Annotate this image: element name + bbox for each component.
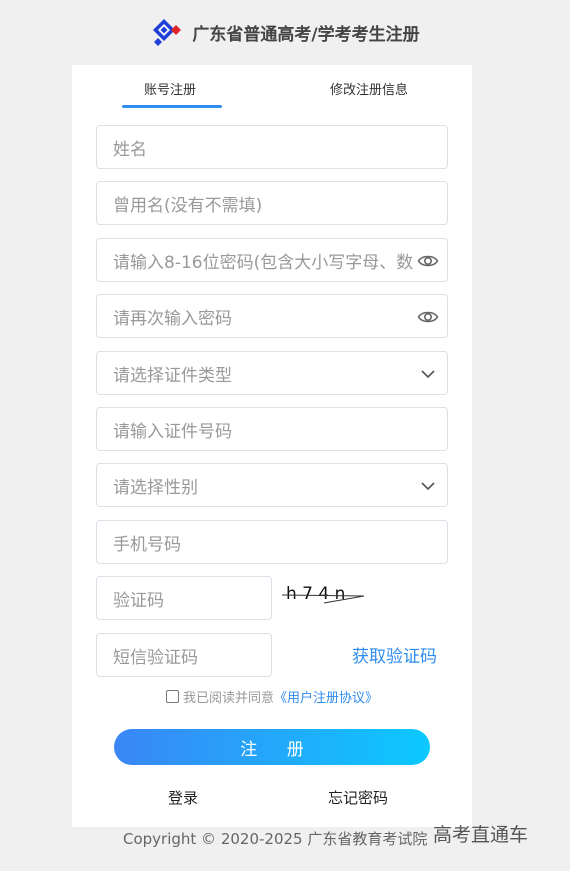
tab-bar: 账号注册 修改注册信息 [72, 65, 472, 113]
eye-icon[interactable] [417, 250, 439, 272]
confirm-password-placeholder: 请再次输入密码 [113, 308, 232, 329]
watermark-text: 高考直通车 [433, 824, 529, 846]
id-number-input[interactable]: 请输入证件号码 [96, 407, 448, 451]
gender-select[interactable]: 请选择性别 [96, 463, 448, 507]
page-header: 广东省普通高考/学考考生注册 [0, 0, 570, 65]
former-name-placeholder: 曾用名(没有不需填) [113, 195, 263, 216]
login-link[interactable]: 登录 [168, 787, 198, 808]
name-input[interactable]: 姓名 [96, 125, 448, 169]
tab-account-register[interactable]: 账号注册 [144, 79, 196, 98]
diamond-logo-icon [153, 18, 182, 46]
id-type-select[interactable]: 请选择证件类型 [96, 351, 448, 395]
sms-code-placeholder: 短信验证码 [113, 647, 198, 668]
former-name-input[interactable]: 曾用名(没有不需填) [96, 181, 448, 225]
phone-placeholder: 手机号码 [113, 534, 181, 555]
user-agreement-link[interactable]: 《用户注册协议》 [274, 687, 378, 706]
captcha-placeholder: 验证码 [113, 590, 164, 611]
agreement-checkbox[interactable] [166, 690, 179, 703]
phone-input[interactable]: 手机号码 [96, 520, 448, 564]
confirm-password-input[interactable]: 请再次输入密码 [96, 294, 448, 338]
agreement-row: 我已阅读并同意 《用户注册协议》 [166, 687, 378, 706]
id-type-placeholder: 请选择证件类型 [113, 365, 232, 386]
eye-icon[interactable] [417, 306, 439, 328]
register-card: 账号注册 修改注册信息 姓名 曾用名(没有不需填) 请输入8-16位密码(包含大… [72, 65, 472, 827]
name-placeholder: 姓名 [113, 139, 147, 160]
id-number-placeholder: 请输入证件号码 [113, 421, 232, 442]
captcha-input[interactable]: 验证码 [96, 576, 272, 620]
captcha-image[interactable]: h 7 4 n [278, 579, 368, 615]
chevron-down-icon [421, 482, 435, 491]
chevron-down-icon [421, 370, 435, 379]
gender-placeholder: 请选择性别 [113, 477, 198, 498]
password-input[interactable]: 请输入8-16位密码(包含大小写字母、数字和特殊字符) [96, 238, 448, 282]
password-placeholder: 请输入8-16位密码(包含大小写字母、数字和特殊字符) [113, 252, 413, 273]
tab-modify-register-info[interactable]: 修改注册信息 [330, 79, 408, 98]
agreement-text: 我已阅读并同意 [183, 691, 275, 706]
forgot-password-link[interactable]: 忘记密码 [328, 787, 388, 808]
register-button[interactable]: 注 册 [114, 729, 430, 765]
copyright-text: Copyright © 2020-2025 广东省教育考试院 [123, 830, 428, 848]
get-verification-code-link[interactable]: 获取验证码 [352, 642, 437, 667]
active-tab-indicator [122, 105, 222, 108]
site-title: 广东省普通高考/学考考生注册 [192, 25, 420, 45]
sms-code-input[interactable]: 短信验证码 [96, 633, 272, 677]
